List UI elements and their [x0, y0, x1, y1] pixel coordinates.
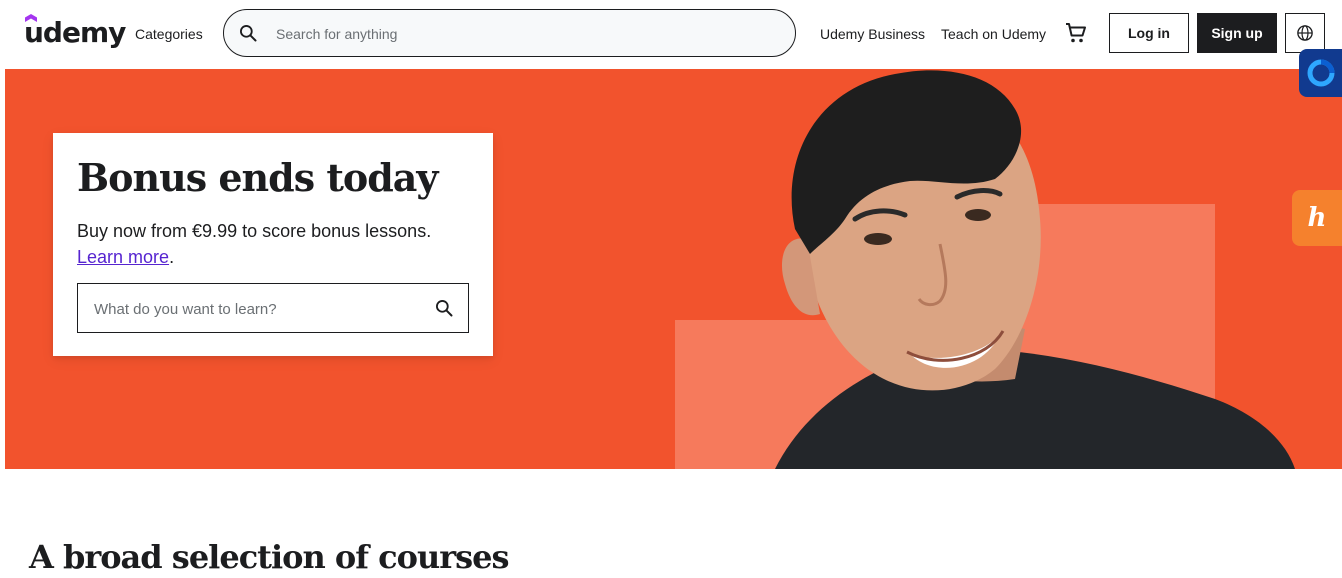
hero-banner: Bonus ends today Buy now from €9.99 to s…: [5, 69, 1342, 469]
promo-search-input[interactable]: [94, 297, 414, 321]
promo-description: Buy now from €9.99 to score bonus lesson…: [77, 221, 432, 241]
udemy-business-link[interactable]: Udemy Business: [820, 26, 925, 42]
top-header: udemy Categories Udemy Business Teach on…: [0, 0, 1342, 69]
login-button[interactable]: Log in: [1109, 13, 1189, 53]
header-search-bar[interactable]: [223, 9, 796, 57]
promo-search-box[interactable]: [77, 283, 469, 333]
learn-more-link[interactable]: Learn more: [77, 247, 169, 267]
categories-link[interactable]: Categories: [135, 26, 203, 42]
section-title: A broad selection of courses: [29, 538, 509, 576]
honey-extension-button[interactable]: h: [1292, 190, 1342, 246]
language-button[interactable]: [1285, 13, 1325, 53]
header-search-input[interactable]: [276, 22, 776, 46]
search-icon[interactable]: [238, 23, 258, 43]
udemy-logo[interactable]: udemy: [24, 14, 126, 54]
ring-icon: [1307, 59, 1334, 87]
globe-icon: [1297, 25, 1313, 41]
cart-icon[interactable]: [1064, 21, 1088, 45]
teach-on-udemy-link[interactable]: Teach on Udemy: [941, 26, 1046, 42]
honey-icon: h: [1307, 203, 1327, 233]
search-icon[interactable]: [434, 298, 454, 318]
logo-text: udemy: [24, 16, 126, 49]
extension-widget[interactable]: [1299, 49, 1342, 97]
signup-button[interactable]: Sign up: [1197, 13, 1277, 53]
hero-portrait-image: [775, 70, 1295, 469]
promo-card: Bonus ends today Buy now from €9.99 to s…: [53, 133, 493, 356]
promo-title: Bonus ends today: [77, 155, 439, 200]
promo-link-suffix: .: [169, 247, 175, 267]
promo-text: Buy now from €9.99 to score bonus lesson…: [77, 218, 477, 270]
